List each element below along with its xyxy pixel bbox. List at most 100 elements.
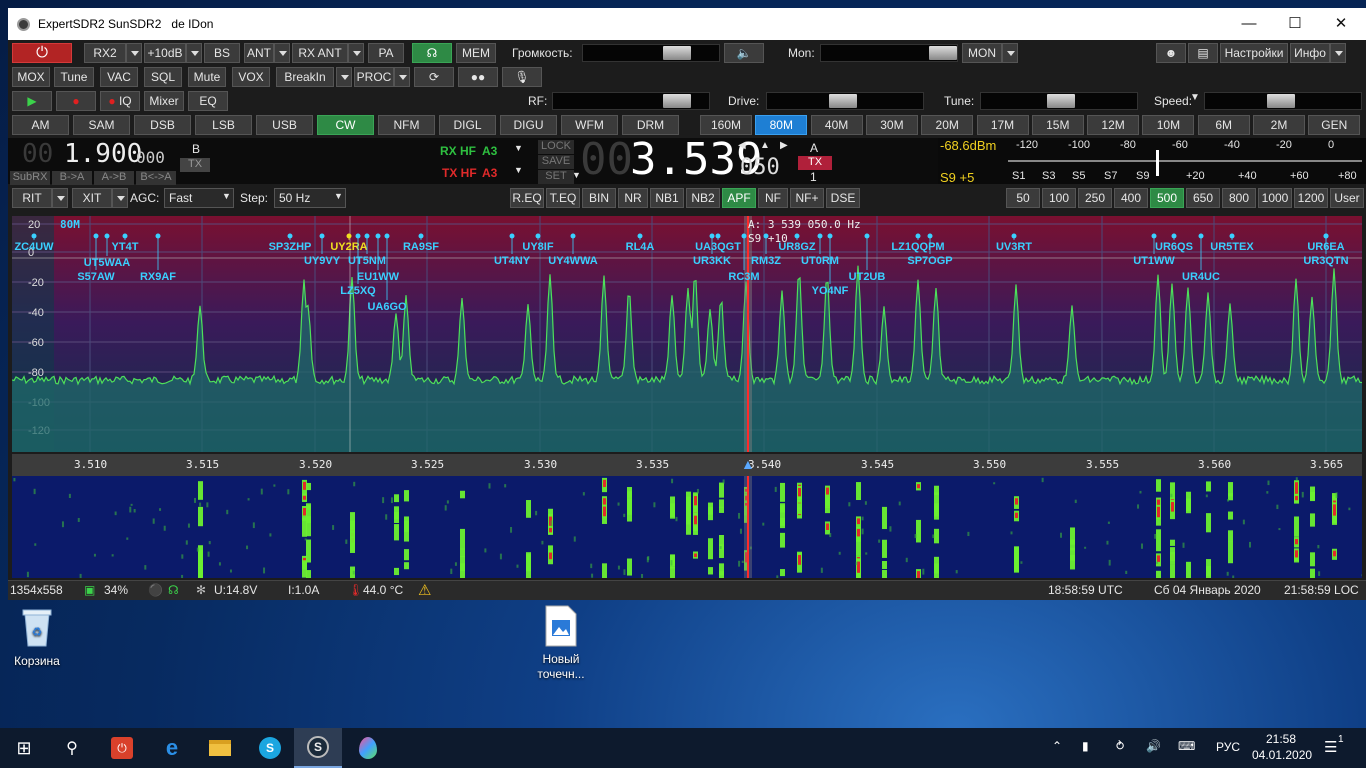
spot-label[interactable]: UR8GZ <box>778 241 816 253</box>
spot-marker-dot[interactable] <box>709 233 715 239</box>
proc-dropdown[interactable] <box>394 67 410 87</box>
spot-marker-dot[interactable] <box>31 233 37 239</box>
search-button[interactable]: ⚲ <box>48 728 96 768</box>
spot-marker-dot[interactable] <box>1323 233 1329 239</box>
band-2m-button[interactable]: 2M <box>1253 115 1305 135</box>
drive-slider[interactable] <box>766 92 924 110</box>
xit-button[interactable]: XIT <box>72 188 112 208</box>
filter-500-button[interactable]: 500 <box>1150 188 1184 208</box>
taskbar-edge[interactable]: e <box>148 728 196 768</box>
rxant-dropdown[interactable] <box>348 43 364 63</box>
battery-icon[interactable]: ▮ <box>1082 739 1089 753</box>
save-button[interactable]: SAVE <box>538 155 574 169</box>
record-button[interactable]: ● <box>56 91 96 111</box>
dsp-nf-button[interactable]: NF+ <box>790 188 824 208</box>
band-gen-button[interactable]: GEN <box>1308 115 1361 135</box>
b-to-a-button[interactable]: B->A <box>52 171 92 185</box>
recycle-bin-icon[interactable]: ♻ Корзина <box>8 604 66 669</box>
gain-button[interactable]: +10dB <box>144 43 186 63</box>
a-to-b-button[interactable]: A->B <box>94 171 134 185</box>
vox-button[interactable]: VOX <box>232 67 270 87</box>
info-button[interactable]: Инфо <box>1290 43 1330 63</box>
filter-user-button[interactable]: User <box>1330 188 1364 208</box>
mode-nfm-button[interactable]: NFM <box>378 115 435 135</box>
rit-dropdown[interactable] <box>52 188 68 208</box>
mode-usb-button[interactable]: USB <box>256 115 313 135</box>
spot-marker-dot[interactable] <box>346 233 352 239</box>
info-dropdown[interactable] <box>1330 43 1346 63</box>
filter-650-button[interactable]: 650 <box>1186 188 1220 208</box>
breakin-button[interactable]: BreakIn <box>276 67 334 87</box>
drive-button[interactable]: ▤ <box>1188 43 1218 63</box>
spot-label[interactable]: UY4WWA <box>548 255 598 267</box>
mute-button[interactable]: Mute <box>188 67 226 87</box>
filter-100-button[interactable]: 100 <box>1042 188 1076 208</box>
dsp-nf-button[interactable]: NF <box>758 188 788 208</box>
tune-slider[interactable] <box>980 92 1138 110</box>
spot-marker-dot[interactable] <box>817 233 823 239</box>
spot-marker-dot[interactable] <box>763 233 769 239</box>
band-15m-button[interactable]: 15M <box>1031 115 1084 135</box>
spot-marker-dot[interactable] <box>794 233 800 239</box>
mode-sam-button[interactable]: SAM <box>73 115 130 135</box>
spot-marker-dot[interactable] <box>122 233 128 239</box>
taskbar-skype[interactable]: S <box>246 728 294 768</box>
band-80m-button[interactable]: 80M <box>755 115 808 135</box>
spot-marker-dot[interactable] <box>927 233 933 239</box>
language-indicator[interactable]: РУС <box>1216 740 1240 754</box>
spot-label[interactable]: S57AW <box>77 271 115 283</box>
spot-label[interactable]: UR5TEX <box>1210 241 1254 253</box>
spot-marker-dot[interactable] <box>864 233 870 239</box>
dsp-bin-button[interactable]: BIN <box>582 188 616 208</box>
sub-freq-main[interactable]: 1.900 <box>64 139 142 169</box>
spectrum-svg[interactable]: 200-20-40-60-80-100-12080MA: 3 539 050.0… <box>12 216 1362 452</box>
waterfall-panel[interactable] <box>12 476 1362 578</box>
speed-slider[interactable] <box>1204 92 1362 110</box>
tune-button[interactable]: Tune <box>54 67 94 87</box>
mon-dropdown[interactable] <box>1002 43 1018 63</box>
spot-marker-dot[interactable] <box>355 233 361 239</box>
dsp-req-button[interactable]: R.EQ <box>510 188 544 208</box>
notification-icon[interactable]: ☰ <box>1324 738 1337 756</box>
mode-digu-button[interactable]: DIGU <box>500 115 557 135</box>
spot-label[interactable]: UR6QS <box>1155 241 1193 253</box>
spot-marker-dot[interactable] <box>570 233 576 239</box>
mode-lsb-button[interactable]: LSB <box>195 115 252 135</box>
mem-button[interactable]: MEM <box>456 43 496 63</box>
spectrum-panel[interactable]: 200-20-40-60-80-100-12080MA: 3 539 050.0… <box>12 216 1362 452</box>
rxant-button[interactable]: RX ANT <box>292 43 348 63</box>
settings-button[interactable]: Настройки <box>1220 43 1288 63</box>
spot-marker-dot[interactable] <box>384 233 390 239</box>
spot-marker-dot[interactable] <box>1011 233 1017 239</box>
waterfall-svg[interactable] <box>12 476 1362 578</box>
volume-tray-icon[interactable]: 🔊 <box>1146 739 1161 753</box>
spot-marker-dot[interactable] <box>375 233 381 239</box>
mode-drm-button[interactable]: DRM <box>622 115 679 135</box>
minimize-button[interactable]: — <box>1226 8 1272 40</box>
spot-marker-dot[interactable] <box>418 233 424 239</box>
spot-label[interactable]: UA6GO <box>367 301 407 313</box>
ant-dropdown[interactable] <box>274 43 290 63</box>
spot-label[interactable]: RX9AF <box>140 271 176 283</box>
swap-ab-button[interactable]: B<->A <box>136 171 176 185</box>
eq-button[interactable]: EQ <box>188 91 228 111</box>
freq-left-arrow-icon[interactable]: ◀ <box>738 140 746 151</box>
filter-50-button[interactable]: 50 <box>1006 188 1040 208</box>
spot-marker-dot[interactable] <box>1151 233 1157 239</box>
spot-label[interactable]: UT5WAA <box>84 257 131 269</box>
spot-label[interactable]: UY2RA <box>330 241 367 253</box>
rec-play-button[interactable]: ⟳ <box>414 67 454 87</box>
tape-button[interactable]: ●● <box>458 67 498 87</box>
proc-button[interactable]: PROC <box>354 67 394 87</box>
filter-1200-button[interactable]: 1200 <box>1294 188 1328 208</box>
band-10m-button[interactable]: 10M <box>1142 115 1195 135</box>
spot-label[interactable]: SP3ZHP <box>269 241 312 253</box>
spot-label[interactable]: UA3QGT <box>695 241 741 253</box>
rit-button[interactable]: RIT <box>12 188 52 208</box>
spot-label[interactable]: UR3KK <box>693 255 731 267</box>
spot-label[interactable]: UR3QTN <box>1303 255 1348 267</box>
spot-marker-dot[interactable] <box>155 233 161 239</box>
speed-dropdown-icon[interactable]: ▼ <box>1190 92 1200 103</box>
keyboard-icon[interactable]: ⌨ <box>1178 739 1195 753</box>
taskbar-explorer[interactable] <box>196 728 244 768</box>
